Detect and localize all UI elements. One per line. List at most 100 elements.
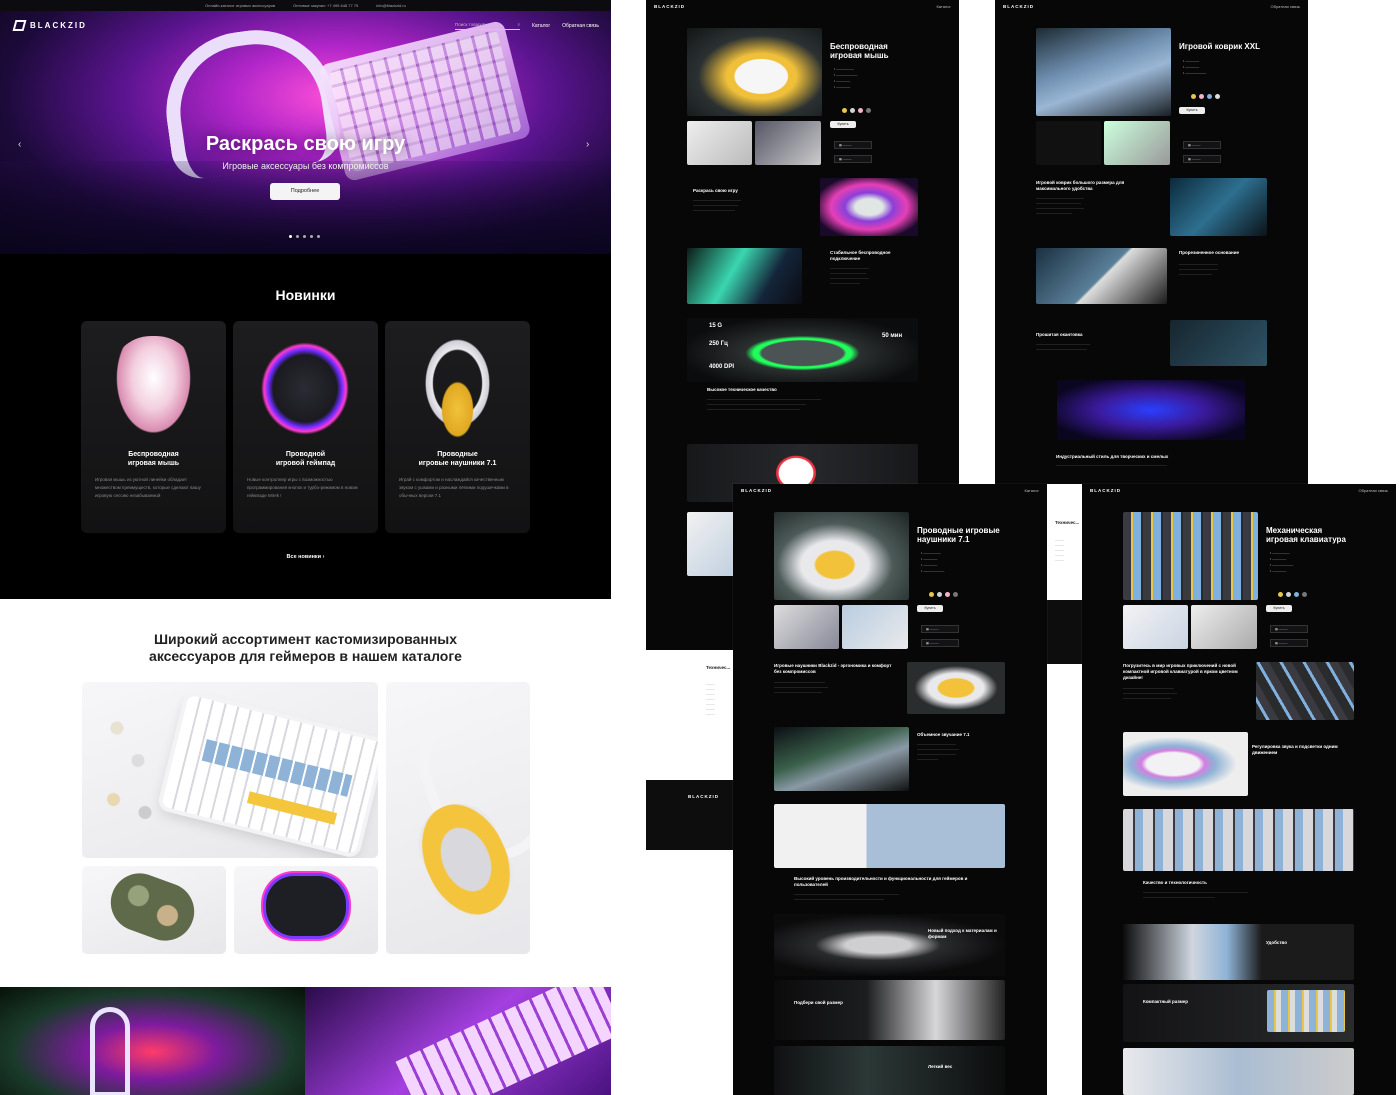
thumb-image[interactable] <box>842 605 908 649</box>
thumb-image[interactable] <box>1123 605 1188 649</box>
headphones-title: Проводные игровые наушники 7.1 <box>917 526 1000 544</box>
mat-base-image <box>1036 248 1167 304</box>
topbar-email[interactable]: info@blackzid.ru <box>376 0 406 11</box>
buy-button[interactable]: Купить <box>1266 605 1292 612</box>
catalog-tile-gamepad[interactable] <box>234 866 378 954</box>
buy-button[interactable]: Купить <box>830 121 856 128</box>
headphones-image <box>415 336 500 441</box>
section-text: ————————————————————————————————————————… <box>707 397 821 411</box>
chevron-right-icon: › <box>322 554 325 560</box>
all-new-label: Все новинки <box>286 554 322 560</box>
marketplace-button[interactable]: ▦ ——— <box>1270 625 1308 633</box>
color-swatches[interactable] <box>1191 94 1220 99</box>
keyboard-features: • ————— • ———— • —————— • ———— <box>1270 551 1294 573</box>
marketplace-button[interactable]: ▦ ——— <box>921 625 959 633</box>
slider-dot[interactable] <box>296 235 299 238</box>
mini-logo: BLACKZID <box>1003 3 1034 9</box>
compact-keyboard-image <box>1267 990 1345 1032</box>
nav-feedback[interactable]: Обратная связь <box>562 23 599 29</box>
color-swatches[interactable] <box>929 592 958 597</box>
catalog-tile-keyboard[interactable] <box>82 682 378 858</box>
thumb-image[interactable] <box>755 121 821 165</box>
gamepad-image <box>255 336 355 441</box>
section-text: ————————————————————————————————————————… <box>794 892 899 901</box>
all-new-link[interactable]: Все новинки › <box>0 554 611 560</box>
marketplace-button[interactable]: ▦ ——— <box>921 639 959 647</box>
catalog-tile-mouse[interactable] <box>82 866 226 954</box>
headset-silhouette <box>90 1007 130 1095</box>
section-title: Высокое техническое качество <box>707 387 777 392</box>
thumb-image[interactable] <box>1104 121 1170 165</box>
color-swatches[interactable] <box>842 108 871 113</box>
section-text: ————————————————————————————————————————… <box>1123 686 1177 700</box>
section-text: —————————————————— ————————————————— <box>1036 342 1090 351</box>
mat-title: Игровой коврик XXL <box>1179 42 1260 51</box>
marketplace-button[interactable]: ▦ ——— <box>1183 141 1221 149</box>
section-title: Прошитая окантовка <box>1036 332 1083 337</box>
mini-nav[interactable]: Каталог <box>936 4 951 9</box>
nav-catalog[interactable]: Каталог <box>532 23 550 29</box>
slider-dots[interactable] <box>289 235 320 238</box>
product-title: Беспроводная игровая мышь <box>127 451 180 467</box>
mini-header: BLACKZID Каталог <box>646 0 959 12</box>
mini-nav[interactable]: Каталог <box>1024 488 1039 493</box>
mini-header: BLACKZID Каталог <box>733 484 1047 496</box>
marketplace-button[interactable]: ▦ ——— <box>1183 155 1221 163</box>
search-icon[interactable]: ⌕ <box>517 22 520 27</box>
keyboard-top-image <box>1123 809 1354 871</box>
mini-logo: BLACKZID <box>654 3 685 9</box>
footer-dark <box>1047 600 1083 664</box>
footer-dark: BLACKZID <box>646 780 736 850</box>
product-desc: Играй с комфортом и наслаждайся качестве… <box>399 477 509 498</box>
thumb-image[interactable] <box>774 605 839 649</box>
brand-logo[interactable]: BLACKZID <box>12 20 87 31</box>
mouse-title: Беспроводная игровая мышь <box>830 42 889 60</box>
wireless-image <box>687 248 802 304</box>
hero-more-button[interactable]: Подробнее <box>270 183 340 200</box>
slider-dot[interactable] <box>303 235 306 238</box>
mat-main-image <box>1036 28 1171 116</box>
slider-dot[interactable] <box>289 235 292 238</box>
slider-dot[interactable] <box>310 235 313 238</box>
headphones-features: • ————— • ———— • ———— • —————— <box>921 551 945 573</box>
thumb-image[interactable] <box>687 121 752 165</box>
marketplace-button[interactable]: ▦ ——— <box>834 141 872 149</box>
marketplace-button[interactable]: ▦ ——— <box>834 155 872 163</box>
mini-header: BLACKZID Обратная связь <box>1082 484 1396 496</box>
section-title: Легкий вес <box>928 1064 953 1069</box>
section-title: Игровой коврик большого размера для макс… <box>1036 180 1125 191</box>
product-card-gamepad[interactable]: Проводной игровой геймпад Новые контролл… <box>233 321 378 533</box>
mouse-rgb-image <box>820 178 918 236</box>
main-header: BLACKZID Поиск товаров ⌕ Каталог Обратна… <box>12 20 599 31</box>
mini-logo: BLACKZID <box>741 487 772 493</box>
section-text: ————————————————————————————————————— <box>1179 262 1218 276</box>
mat-size-image <box>1170 178 1267 236</box>
product-desc: Игровая мышь из уютной линейки обладает … <box>95 477 201 498</box>
thumb-logo[interactable] <box>1036 121 1101 165</box>
mini-nav[interactable]: Обратная связь <box>1359 488 1388 493</box>
section-title: Прорезиненное основание <box>1179 250 1240 255</box>
buy-button[interactable]: Купить <box>917 605 943 612</box>
buy-button[interactable]: Купить <box>1179 107 1205 114</box>
product-card-mouse[interactable]: Беспроводная игровая мышь Игровая мышь и… <box>81 321 226 533</box>
mini-logo: BLACKZID <box>1090 487 1121 493</box>
section-text: ————————————————————————————————————————… <box>830 266 869 285</box>
section-title: Игровые наушники Blackzid - эргономика и… <box>774 663 892 674</box>
product-card-headphones[interactable]: Проводные игровые наушники 7.1 Играй с к… <box>385 321 530 533</box>
home-page: Онлайн-каталог игровых аксессуаров Оптов… <box>0 0 611 1095</box>
materials-image <box>774 914 1005 976</box>
slider-prev-icon[interactable]: ‹ <box>18 139 21 150</box>
catalog-tile-headphones[interactable] <box>386 682 530 954</box>
marketplace-button[interactable]: ▦ ——— <box>1270 639 1308 647</box>
search-input[interactable]: Поиск товаров ⌕ <box>454 22 520 30</box>
slider-dot[interactable] <box>317 235 320 238</box>
mouse-features: • ————— • —————— • ———— • ———— <box>834 67 858 89</box>
lifestyle-banner <box>0 987 611 1095</box>
color-swatches[interactable] <box>1278 592 1307 597</box>
stat-dpi: 4000 DPI <box>709 364 735 370</box>
slider-next-icon[interactable]: › <box>586 139 589 150</box>
mat-product-sheet: BLACKZID Обратная связь Игровой коврик XX… <box>995 0 1308 484</box>
mini-nav[interactable]: Обратная связь <box>1271 4 1300 9</box>
topbar-phone[interactable]: Оптовые закупки: +7 495 648 77 75 <box>293 0 358 11</box>
thumb-image[interactable] <box>1191 605 1257 649</box>
